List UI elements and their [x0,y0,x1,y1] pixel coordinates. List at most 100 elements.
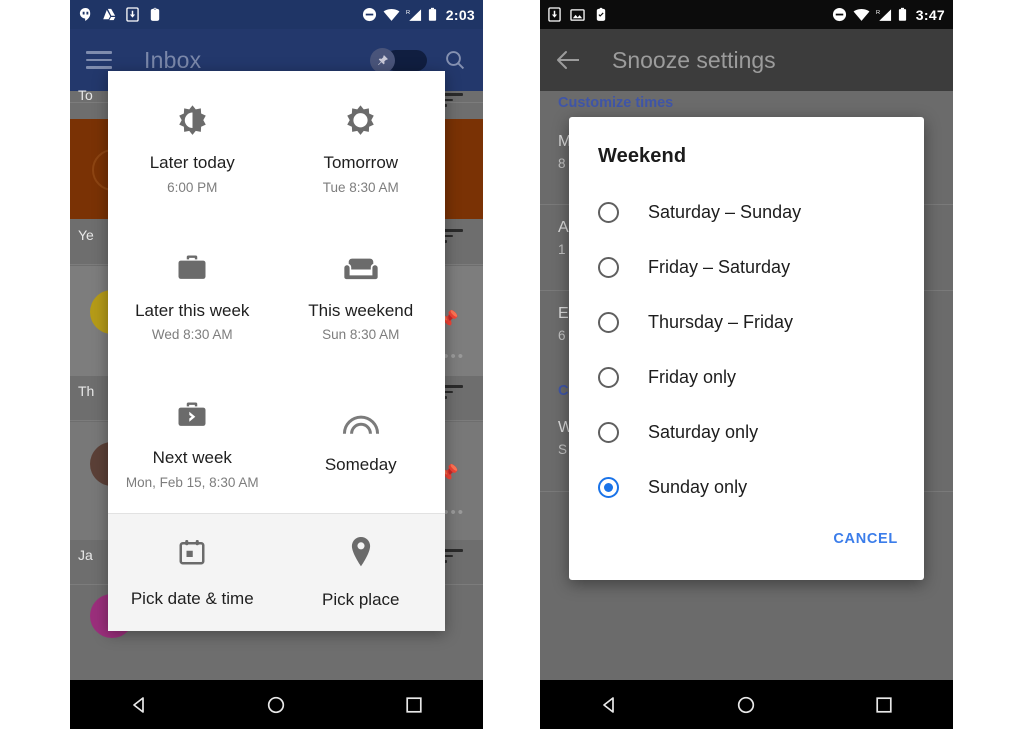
radio-button[interactable] [598,367,619,388]
radio-button[interactable] [598,312,619,333]
inbox-title: Inbox [144,46,202,73]
left-status-bar: R 2:03 [70,0,483,29]
dialog-actions: CANCEL [569,515,924,547]
sun-icon [342,100,379,142]
snooze-dialog-footer: Pick date & time Pick place [108,513,445,631]
half-sun-icon [174,100,211,142]
hangouts-icon [79,7,91,21]
settings-row-title: A [558,219,569,236]
snooze-option-later-this-week[interactable]: Later this week Wed 8:30 AM [108,218,277,365]
snooze-option-label: Later today [149,153,235,173]
radio-option-label: Friday only [648,367,737,387]
inbox-app-bar-actions [370,48,467,73]
settings-row-sub: 1 [558,242,566,257]
bg-section-label: Ye [78,227,94,243]
clipboard-check-icon [596,7,606,21]
snooze-option-label: Someday [324,455,397,475]
download-icon [548,7,561,22]
radio-button[interactable] [598,422,619,443]
left-status-icons [78,7,162,22]
back-triangle-icon[interactable] [579,680,639,729]
dialog-title: Weekend [598,145,687,167]
cellular-roaming-icon: R [876,8,891,21]
snooze-option-someday[interactable]: Someday [277,366,446,513]
footer-label: Pick place [322,589,400,609]
image-icon [570,8,585,21]
download-icon [126,7,139,22]
sofa-icon [342,248,380,290]
pin-icon [378,55,388,66]
settings-row-title: E [558,305,569,322]
hamburger-menu-icon[interactable] [86,51,112,69]
home-circle-icon[interactable] [716,680,776,729]
snooze-option-later-today[interactable]: Later today 6:00 PM [108,71,277,218]
snooze-option-next-week[interactable]: Next week Mon, Feb 15, 8:30 AM [108,366,277,513]
bg-section-label: Th [78,383,95,399]
left-phone-screen: R 2:03 Inbox To Ye 📌 ••• Th 📌 ••• Ja Lat… [70,0,483,729]
overflow-dots: ••• [443,504,465,521]
recents-square-icon[interactable] [854,680,914,729]
settings-section-header: Customize times [558,95,674,111]
snooze-option-tomorrow[interactable]: Tomorrow Tue 8:30 AM [277,71,446,218]
snooze-settings-app-bar: Snooze settings [540,29,953,91]
snooze-options-grid: Later today 6:00 PM Tomorrow Tue 8:30 AM… [108,71,445,513]
snooze-option-label: Later this week [135,300,250,320]
clipboard-icon [150,7,160,21]
radio-option-label: Saturday – Sunday [648,202,802,222]
settings-row: A 1 [558,219,569,257]
snooze-option-sub: 6:00 PM [167,180,218,195]
bg-section-label: Ja [78,547,93,563]
wifi-icon [383,8,400,21]
left-clock: 2:03 [445,6,475,23]
weekend-radio-list: Saturday – Sunday Friday – Saturday Thur… [569,185,924,515]
place-pin-icon [347,536,375,573]
snooze-option-label: Next week [152,447,232,467]
left-nav-bar [70,680,483,729]
briefcase-icon [174,248,210,290]
recents-square-icon[interactable] [384,680,444,729]
snooze-options-dialog: Later today 6:00 PM Tomorrow Tue 8:30 AM… [108,71,445,631]
snooze-option-label: Tomorrow [323,153,399,173]
pin-toggle[interactable] [370,48,427,73]
pick-place-button[interactable]: Pick place [277,514,446,631]
cancel-button[interactable]: CANCEL [833,531,898,547]
right-status-icons [548,7,608,22]
radio-button[interactable] [598,202,619,223]
home-circle-icon[interactable] [246,680,306,729]
left-status-right-icons: R 2:03 [362,7,475,23]
overflow-dots: ••• [443,348,465,365]
snooze-option-sub: Wed 8:30 AM [151,327,233,343]
radio-button-selected[interactable] [598,477,619,498]
pin-toggle-knob [370,48,395,73]
radio-option-sunday-only[interactable]: Sunday only [569,460,924,515]
radio-option-friday-saturday[interactable]: Friday – Saturday [569,240,924,295]
radio-button[interactable] [598,257,619,278]
google-drive-icon [103,8,116,21]
footer-label: Pick date & time [130,588,254,608]
radio-option-label: Sunday only [648,477,748,497]
snooze-option-this-weekend[interactable]: This weekend Sun 8:30 AM [277,218,446,365]
back-arrow-icon[interactable] [556,49,581,71]
rainbow-arc-icon [341,402,381,444]
radio-option-thursday-friday[interactable]: Thursday – Friday [569,295,924,350]
do-not-disturb-icon [832,7,846,22]
pick-date-time-button[interactable]: Pick date & time [108,514,277,631]
battery-icon [898,7,906,21]
settings-section-header: C [558,383,569,399]
radio-option-saturday-sunday[interactable]: Saturday – Sunday [569,185,924,240]
settings-row: E 6 [558,305,569,343]
right-clock: 3:47 [915,6,945,23]
right-status-right-icons: R 3:47 [832,7,945,23]
svg-text:R: R [406,10,410,16]
radio-option-saturday-only[interactable]: Saturday only [569,405,924,460]
right-nav-bar [540,680,953,729]
battery-icon [428,7,436,21]
back-triangle-icon[interactable] [109,680,169,729]
snooze-option-sub: Mon, Feb 15, 8:30 AM [125,474,259,490]
right-phone-screen: R 3:47 Snooze settings Customize times M… [540,0,953,729]
svg-text:R: R [876,10,880,16]
radio-option-label: Friday – Saturday [648,257,791,277]
search-icon[interactable] [443,48,467,72]
radio-option-friday-only[interactable]: Friday only [569,350,924,405]
snooze-option-sub: Sun 8:30 AM [322,327,400,343]
